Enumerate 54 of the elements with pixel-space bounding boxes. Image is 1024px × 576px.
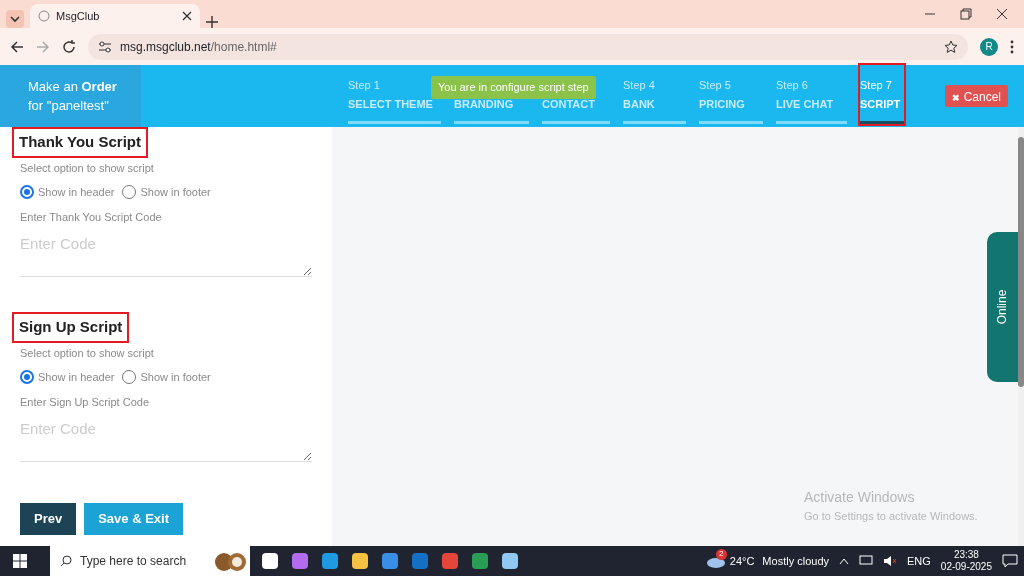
- tooltip: You are in configure script step: [431, 76, 596, 99]
- chevron-up-icon[interactable]: [839, 557, 849, 565]
- reload-icon[interactable]: [62, 39, 76, 54]
- field-label: Enter Thank You Script Code: [20, 209, 163, 225]
- browser-tab[interactable]: MsgClub: [30, 4, 200, 28]
- tab-list-icon[interactable]: [6, 10, 24, 28]
- order-subtitle: for "paneltest": [28, 97, 110, 115]
- helper-text: Select option to show script: [20, 160, 155, 176]
- notification-badge: 2: [715, 548, 727, 560]
- close-icon: ✖: [952, 93, 961, 103]
- search-icon: [60, 555, 72, 567]
- step-tab[interactable]: Step 4 BANK: [623, 65, 686, 124]
- radio-option[interactable]: Show in footer: [122, 369, 211, 386]
- restore-icon[interactable]: [960, 8, 972, 20]
- step-tab[interactable]: Step 6 LIVE CHAT: [776, 65, 847, 124]
- taskbar-search-field[interactable]: Type here to search: [50, 546, 250, 576]
- star-icon[interactable]: [944, 39, 958, 54]
- order-title: Make an Order: [28, 78, 118, 96]
- radio-option[interactable]: Show in footer: [122, 184, 211, 201]
- new-tab-icon[interactable]: [206, 16, 218, 28]
- online-chat-tab[interactable]: Online: [987, 232, 1018, 382]
- step-tab[interactable]: Step 5 PRICING: [699, 65, 763, 124]
- scrollbar[interactable]: [1018, 127, 1024, 546]
- weather-text: Mostly cloudy: [762, 553, 829, 569]
- tab-title: MsgClub: [56, 8, 101, 24]
- close-icon[interactable]: [182, 11, 192, 21]
- close-icon[interactable]: [996, 8, 1008, 20]
- step-tab[interactable]: Step 7 SCRIPT: [860, 65, 904, 124]
- notifications-icon[interactable]: [1002, 554, 1018, 568]
- radio-option[interactable]: Show in header: [20, 184, 115, 201]
- profile-avatar[interactable]: R: [980, 37, 998, 56]
- globe-icon: [38, 10, 50, 22]
- action-button[interactable]: Prev: [20, 503, 77, 535]
- back-icon[interactable]: [10, 39, 24, 54]
- radio-button[interactable]: [20, 185, 34, 200]
- radio-option[interactable]: Show in header: [20, 369, 115, 386]
- search-placeholder: Type here to search: [80, 553, 188, 570]
- radio-button[interactable]: [20, 370, 34, 385]
- language-indicator[interactable]: ENG: [907, 552, 931, 570]
- section-heading: Sign Up Script: [14, 314, 128, 341]
- activation-title: Activate Windows: [804, 488, 916, 507]
- section-heading: Thank You Script: [14, 129, 146, 156]
- temperature: 24°C: [729, 553, 755, 569]
- url-text: msg.msgclub.net/home.html#: [120, 38, 278, 56]
- cancel-button[interactable]: ✖ Cancel: [945, 85, 1008, 107]
- address-bar[interactable]: msg.msgclub.net/home.html#: [88, 33, 968, 60]
- action-button[interactable]: Save & Exit: [84, 503, 184, 535]
- more-icon[interactable]: [1010, 39, 1014, 54]
- activation-text: Go to Settings to activate Windows.: [804, 509, 978, 524]
- speaker-muted-icon[interactable]: [883, 555, 897, 567]
- clock[interactable]: 23:38 02-09-2025: [940, 549, 992, 573]
- field-label: Enter Sign Up Script Code: [20, 394, 150, 410]
- site-settings-icon: [98, 40, 112, 53]
- helper-text: Select option to show script: [20, 345, 155, 361]
